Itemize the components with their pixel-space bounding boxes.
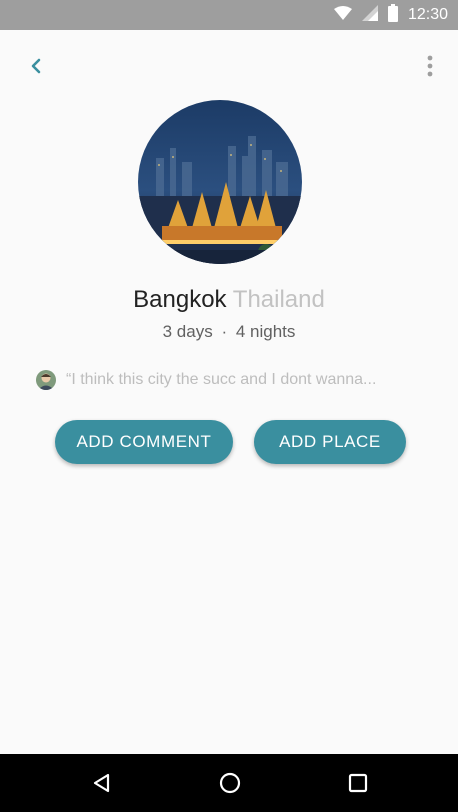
trip-duration: 3 days · 4 nights: [0, 322, 458, 342]
avatar: [36, 370, 56, 390]
comment-preview[interactable]: “I think this city the succ and I dont w…: [36, 368, 436, 392]
city-image: [138, 100, 302, 264]
cell-signal-icon: [361, 4, 378, 26]
trip-detail-screen: Bangkok Thailand 3 days · 4 nights “I th…: [0, 30, 458, 754]
nav-recents-button[interactable]: [346, 771, 370, 795]
duration-separator: ·: [221, 322, 228, 341]
trip-title: Bangkok Thailand: [0, 286, 458, 314]
status-bar: 12:30: [0, 0, 458, 30]
city-name: Bangkok: [133, 286, 227, 313]
more-options-button[interactable]: [418, 54, 442, 78]
recents-square-icon: [348, 773, 368, 793]
back-button[interactable]: [24, 54, 48, 78]
nav-home-button[interactable]: [218, 771, 242, 795]
home-circle-icon: [219, 772, 241, 794]
battery-icon: [387, 3, 398, 27]
add-place-button[interactable]: ADD PLACE: [254, 420, 406, 464]
wifi-icon: [333, 5, 352, 25]
country-name: Thailand: [232, 286, 325, 313]
days-count: 3 days: [162, 322, 213, 341]
chevron-left-icon: [31, 58, 41, 74]
add-comment-button[interactable]: ADD COMMENT: [55, 420, 233, 464]
back-triangle-icon: [93, 773, 110, 793]
navigation-bar: [0, 754, 458, 812]
nights-count: 4 nights: [235, 322, 296, 341]
nav-back-button[interactable]: [90, 771, 114, 795]
status-time: 12:30: [407, 6, 448, 23]
bangkok-city-photo: [138, 100, 302, 264]
comment-text: “I think this city the succ and I dont w…: [66, 371, 377, 388]
status-icons: 12:30: [333, 0, 448, 30]
more-vert-icon: [427, 55, 433, 77]
